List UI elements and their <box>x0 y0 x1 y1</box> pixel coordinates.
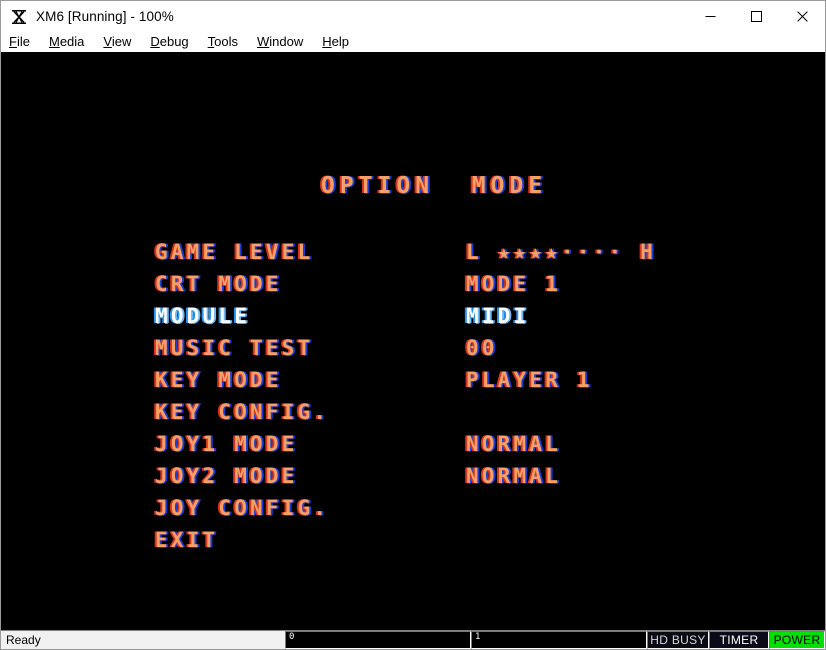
menu-item-help-accel: H <box>322 34 332 49</box>
menu-item-debug[interactable]: Debug <box>150 34 188 50</box>
close-icon <box>796 11 808 22</box>
window-title: XM6 [Running] - 100% <box>36 9 174 24</box>
minimize-button[interactable] <box>687 1 733 32</box>
option-label-game-level: GAME LEVEL <box>155 240 314 264</box>
option-label-joy-config: JOY CONFIG. <box>155 496 330 520</box>
menu-item-view[interactable]: View <box>103 34 131 50</box>
menu-item-tools-label: ools <box>214 34 239 49</box>
minimize-icon <box>705 16 715 17</box>
option-label-music-test: MUSIC TEST <box>155 336 314 360</box>
option-value-crt-mode[interactable]: MODE 1 <box>466 272 561 296</box>
option-row-game-level[interactable]: GAME LEVEL L ★★★★···· H <box>1 240 825 272</box>
menu-item-view-accel: V <box>103 34 112 49</box>
menu-item-file-accel: F <box>9 34 17 49</box>
option-row-music-test[interactable]: MUSIC TEST 00 <box>1 336 825 368</box>
option-value-game-level[interactable]: L ★★★★···· H <box>466 240 656 264</box>
option-value-music-test[interactable]: 00 <box>466 336 498 360</box>
xm6-app-icon <box>10 7 28 26</box>
option-value-module[interactable]: MIDI <box>466 304 529 328</box>
option-label-key-mode: KEY MODE <box>155 368 282 392</box>
status-hd-busy-indicator: HD BUSY <box>647 631 709 649</box>
option-row-joy1-mode[interactable]: JOY1 MODE NORMAL <box>1 432 825 464</box>
status-timer-indicator: TIMER <box>709 631 769 649</box>
menu-item-media-accel: M <box>48 34 60 49</box>
menu-item-window[interactable]: Window <box>257 34 303 50</box>
option-row-joy-config[interactable]: JOY CONFIG. <box>1 496 825 528</box>
menu-item-debug-accel: D <box>150 34 160 49</box>
option-row-key-mode[interactable]: KEY MODE PLAYER 1 <box>1 368 825 400</box>
menu-item-media[interactable]: Media <box>49 34 84 50</box>
option-value-joy1-mode[interactable]: NORMAL <box>466 432 561 456</box>
status-ready-text: Ready <box>1 631 285 649</box>
option-row-module[interactable]: MODULE MIDI <box>1 304 825 336</box>
status-bar: Ready 0 1 HD BUSY TIMER POWER <box>1 630 825 649</box>
option-mode-title: OPTION MODE <box>321 173 548 199</box>
window-controls <box>687 1 825 32</box>
option-label-key-config: KEY CONFIG. <box>155 400 330 424</box>
menu-item-debug-label: ebug <box>159 34 189 49</box>
menu-bar: File Media View Debug Tools Window Help <box>1 32 825 52</box>
menu-item-media-label: edia <box>59 34 85 49</box>
option-row-exit[interactable]: EXIT <box>1 528 825 560</box>
menu-item-view-label: iew <box>111 34 132 49</box>
status-drive-1[interactable]: 1 <box>471 631 647 649</box>
option-row-key-config[interactable]: KEY CONFIG. <box>1 400 825 432</box>
option-label-module: MODULE <box>155 304 251 328</box>
menu-item-file[interactable]: File <box>9 34 30 50</box>
close-button[interactable] <box>779 1 825 32</box>
menu-item-window-accel: W <box>257 34 270 49</box>
title-bar: XM6 [Running] - 100% <box>1 1 825 32</box>
option-label-joy2-mode: JOY2 MODE <box>155 464 298 488</box>
option-row-crt-mode[interactable]: CRT MODE MODE 1 <box>1 272 825 304</box>
option-label-crt-mode: CRT MODE <box>155 272 282 296</box>
menu-item-tools[interactable]: Tools <box>208 34 238 50</box>
status-drive-0[interactable]: 0 <box>285 631 471 649</box>
menu-item-file-label: ile <box>16 34 30 49</box>
emulator-screen[interactable]: OPTION MODE GAME LEVEL L ★★★★···· H CRT … <box>1 52 825 630</box>
option-label-exit: EXIT <box>155 528 219 552</box>
application-window: XM6 [Running] - 100% File Media View Deb… <box>0 0 826 650</box>
menu-item-help-label: elp <box>331 34 350 49</box>
option-value-joy2-mode[interactable]: NORMAL <box>466 464 561 488</box>
menu-item-help[interactable]: Help <box>322 34 349 50</box>
option-label-joy1-mode: JOY1 MODE <box>155 432 298 456</box>
option-row-joy2-mode[interactable]: JOY2 MODE NORMAL <box>1 464 825 496</box>
option-value-key-mode[interactable]: PLAYER 1 <box>466 368 593 392</box>
status-power-indicator: POWER <box>769 631 825 649</box>
maximize-icon <box>750 11 762 22</box>
menu-item-window-label: indow <box>269 34 304 49</box>
maximize-button[interactable] <box>733 1 779 32</box>
